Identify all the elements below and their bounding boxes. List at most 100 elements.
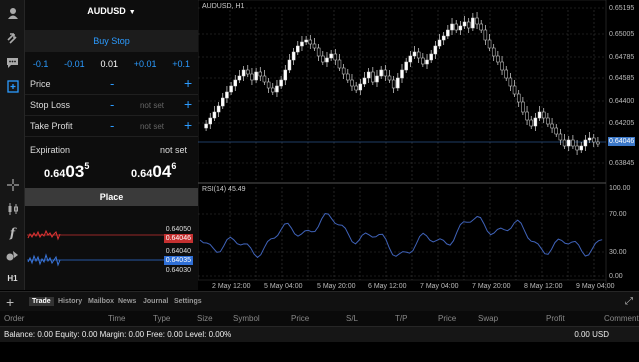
bid-prefix: 0.64 bbox=[44, 168, 66, 180]
tick-label-high: 0.64050 bbox=[165, 226, 191, 233]
price-axis-label: 0.64785 bbox=[609, 54, 635, 61]
chart-canvas[interactable] bbox=[198, 0, 639, 290]
time-axis-label: 8 May 12:00 bbox=[524, 283, 563, 290]
tick-chart: 0.64050 0.64046 0.64040 0.64035 0.64030 bbox=[25, 220, 198, 280]
tick-label-ask: 0.64046 bbox=[163, 234, 193, 243]
chart-title: AUDUSD, H1 bbox=[202, 3, 245, 10]
current-price-label: 0.64046 bbox=[608, 137, 636, 146]
balance-summary: Balance: 0.00 Equity: 0.00 Margin: 0.00 … bbox=[4, 330, 232, 339]
price-axis-label: 0.63845 bbox=[609, 160, 635, 167]
time-axis-label: 5 May 20:00 bbox=[317, 283, 356, 290]
chart-grid bbox=[198, 0, 607, 290]
time-axis-label: 2 May 12:00 bbox=[212, 283, 251, 290]
tab-history[interactable]: History bbox=[55, 297, 85, 306]
add-icon[interactable]: + bbox=[6, 294, 14, 310]
orders-list bbox=[0, 342, 639, 362]
ask-price: 0.64046 bbox=[131, 161, 176, 182]
col-current-price[interactable]: Price bbox=[438, 314, 456, 323]
col-type[interactable]: Type bbox=[153, 314, 170, 323]
col-time[interactable]: Time bbox=[108, 314, 125, 323]
tab-journal[interactable]: Journal bbox=[140, 297, 171, 306]
step-plus-01[interactable]: +0.1 bbox=[172, 59, 190, 69]
expiration-value: not set bbox=[159, 145, 187, 155]
expand-icon[interactable]: ⤢ bbox=[625, 296, 633, 307]
candles-icon[interactable] bbox=[4, 200, 21, 217]
price-row: Price - + bbox=[25, 75, 198, 95]
ask-pips: 04 bbox=[152, 162, 172, 181]
tab-trade[interactable]: Trade bbox=[29, 297, 54, 306]
col-price[interactable]: Price bbox=[291, 314, 309, 323]
time-axis-label: 7 May 20:00 bbox=[472, 283, 511, 290]
price-label: Price bbox=[30, 79, 51, 89]
chat-icon[interactable] bbox=[4, 54, 21, 71]
terminal-tabbar: + Trade History Mailbox News Journal Set… bbox=[0, 291, 639, 311]
order-type-selector[interactable]: Buy Stop bbox=[25, 30, 198, 52]
tab-news[interactable]: News bbox=[115, 297, 139, 306]
price-axis-label: 0.65195 bbox=[609, 5, 635, 12]
tab-settings[interactable]: Settings bbox=[171, 297, 205, 306]
tick-label-mid: 0.64040 bbox=[165, 248, 191, 255]
price-plus-button[interactable]: + bbox=[184, 75, 192, 91]
bid-pips: 03 bbox=[65, 162, 85, 181]
stoploss-minus-button[interactable]: - bbox=[110, 97, 114, 112]
orders-table-header: Order Time Type Size Symbol Price S/L T/… bbox=[0, 311, 639, 326]
price-axis-label: 0.65005 bbox=[609, 31, 635, 38]
rsi-axis-label: 0.00 bbox=[609, 273, 623, 280]
quotes: 0.64035 0.64046 bbox=[25, 161, 198, 186]
tab-mailbox[interactable]: Mailbox bbox=[85, 297, 117, 306]
chevron-down-icon: ▼ bbox=[128, 9, 136, 16]
takeprofit-label: Take Profit bbox=[30, 121, 73, 131]
price-minus-button[interactable]: - bbox=[110, 76, 114, 91]
price-axis-label: 0.64585 bbox=[609, 75, 635, 82]
crosshair-icon[interactable] bbox=[4, 176, 21, 193]
left-toolbar: f H1 bbox=[0, 0, 25, 290]
balance-bar: Balance: 0.00 Equity: 0.00 Margin: 0.00 … bbox=[0, 326, 639, 342]
new-order-icon[interactable] bbox=[4, 78, 21, 95]
col-order[interactable]: Order bbox=[4, 314, 24, 323]
expiration-row[interactable]: Expiration not set bbox=[25, 142, 198, 160]
time-axis-label: 7 May 04:00 bbox=[420, 283, 459, 290]
candlesticks bbox=[204, 12, 600, 155]
trade-arrows-icon[interactable] bbox=[4, 30, 21, 47]
tick-label-bid: 0.64035 bbox=[163, 256, 193, 265]
volume-stepper: -0.1 -0.01 0.01 +0.01 +0.1 bbox=[25, 56, 198, 72]
stoploss-row: Stop Loss - not set + bbox=[25, 96, 198, 116]
tick-label-low: 0.64030 bbox=[165, 267, 191, 274]
timeframe-label: H1 bbox=[7, 274, 18, 283]
place-button[interactable]: Place bbox=[25, 188, 198, 206]
price-axis-label: 0.64205 bbox=[609, 120, 635, 127]
takeprofit-field[interactable]: not set bbox=[133, 122, 171, 131]
expiration-label: Expiration bbox=[30, 145, 71, 155]
step-minus-001[interactable]: -0.01 bbox=[64, 59, 85, 69]
col-size[interactable]: Size bbox=[197, 314, 213, 323]
col-swap[interactable]: Swap bbox=[478, 314, 498, 323]
col-sl[interactable]: S/L bbox=[346, 314, 358, 323]
price-chart[interactable]: AUDUSD, H1 RSI(14) 45.49 0.65195 0.65005… bbox=[198, 0, 639, 290]
order-panel: AUDUSD ▼ Buy Stop -0.1 -0.01 0.01 +0.01 +… bbox=[25, 0, 198, 290]
timeframe-icon[interactable]: H1 bbox=[4, 270, 21, 287]
step-minus-01[interactable]: -0.1 bbox=[33, 59, 49, 69]
rsi-title: RSI(14) 45.49 bbox=[202, 186, 246, 193]
bid-price: 0.64035 bbox=[44, 161, 89, 182]
step-plus-001[interactable]: +0.01 bbox=[134, 59, 157, 69]
user-icon[interactable] bbox=[4, 4, 21, 21]
rsi-axis-label: 30.00 bbox=[609, 249, 627, 256]
rsi-axis-label: 100.00 bbox=[609, 185, 631, 192]
function-icon[interactable]: f bbox=[4, 224, 21, 241]
takeprofit-plus-button[interactable]: + bbox=[184, 117, 192, 133]
col-symbol[interactable]: Symbol bbox=[233, 314, 260, 323]
takeprofit-row: Take Profit - not set + bbox=[25, 117, 198, 137]
col-profit[interactable]: Profit bbox=[546, 314, 565, 323]
col-tp[interactable]: T/P bbox=[395, 314, 407, 323]
symbol-selector[interactable]: AUDUSD ▼ bbox=[25, 6, 198, 26]
objects-icon[interactable] bbox=[4, 247, 21, 264]
stoploss-field[interactable]: not set bbox=[133, 101, 171, 110]
symbol-label: AUDUSD bbox=[87, 6, 126, 16]
takeprofit-minus-button[interactable]: - bbox=[110, 118, 114, 133]
volume-value[interactable]: 0.01 bbox=[100, 59, 118, 69]
time-axis-label: 5 May 04:00 bbox=[264, 283, 303, 290]
col-comment[interactable]: Comment bbox=[604, 314, 639, 323]
stoploss-label: Stop Loss bbox=[30, 100, 71, 110]
ask-prefix: 0.64 bbox=[131, 168, 153, 180]
stoploss-plus-button[interactable]: + bbox=[184, 96, 192, 112]
